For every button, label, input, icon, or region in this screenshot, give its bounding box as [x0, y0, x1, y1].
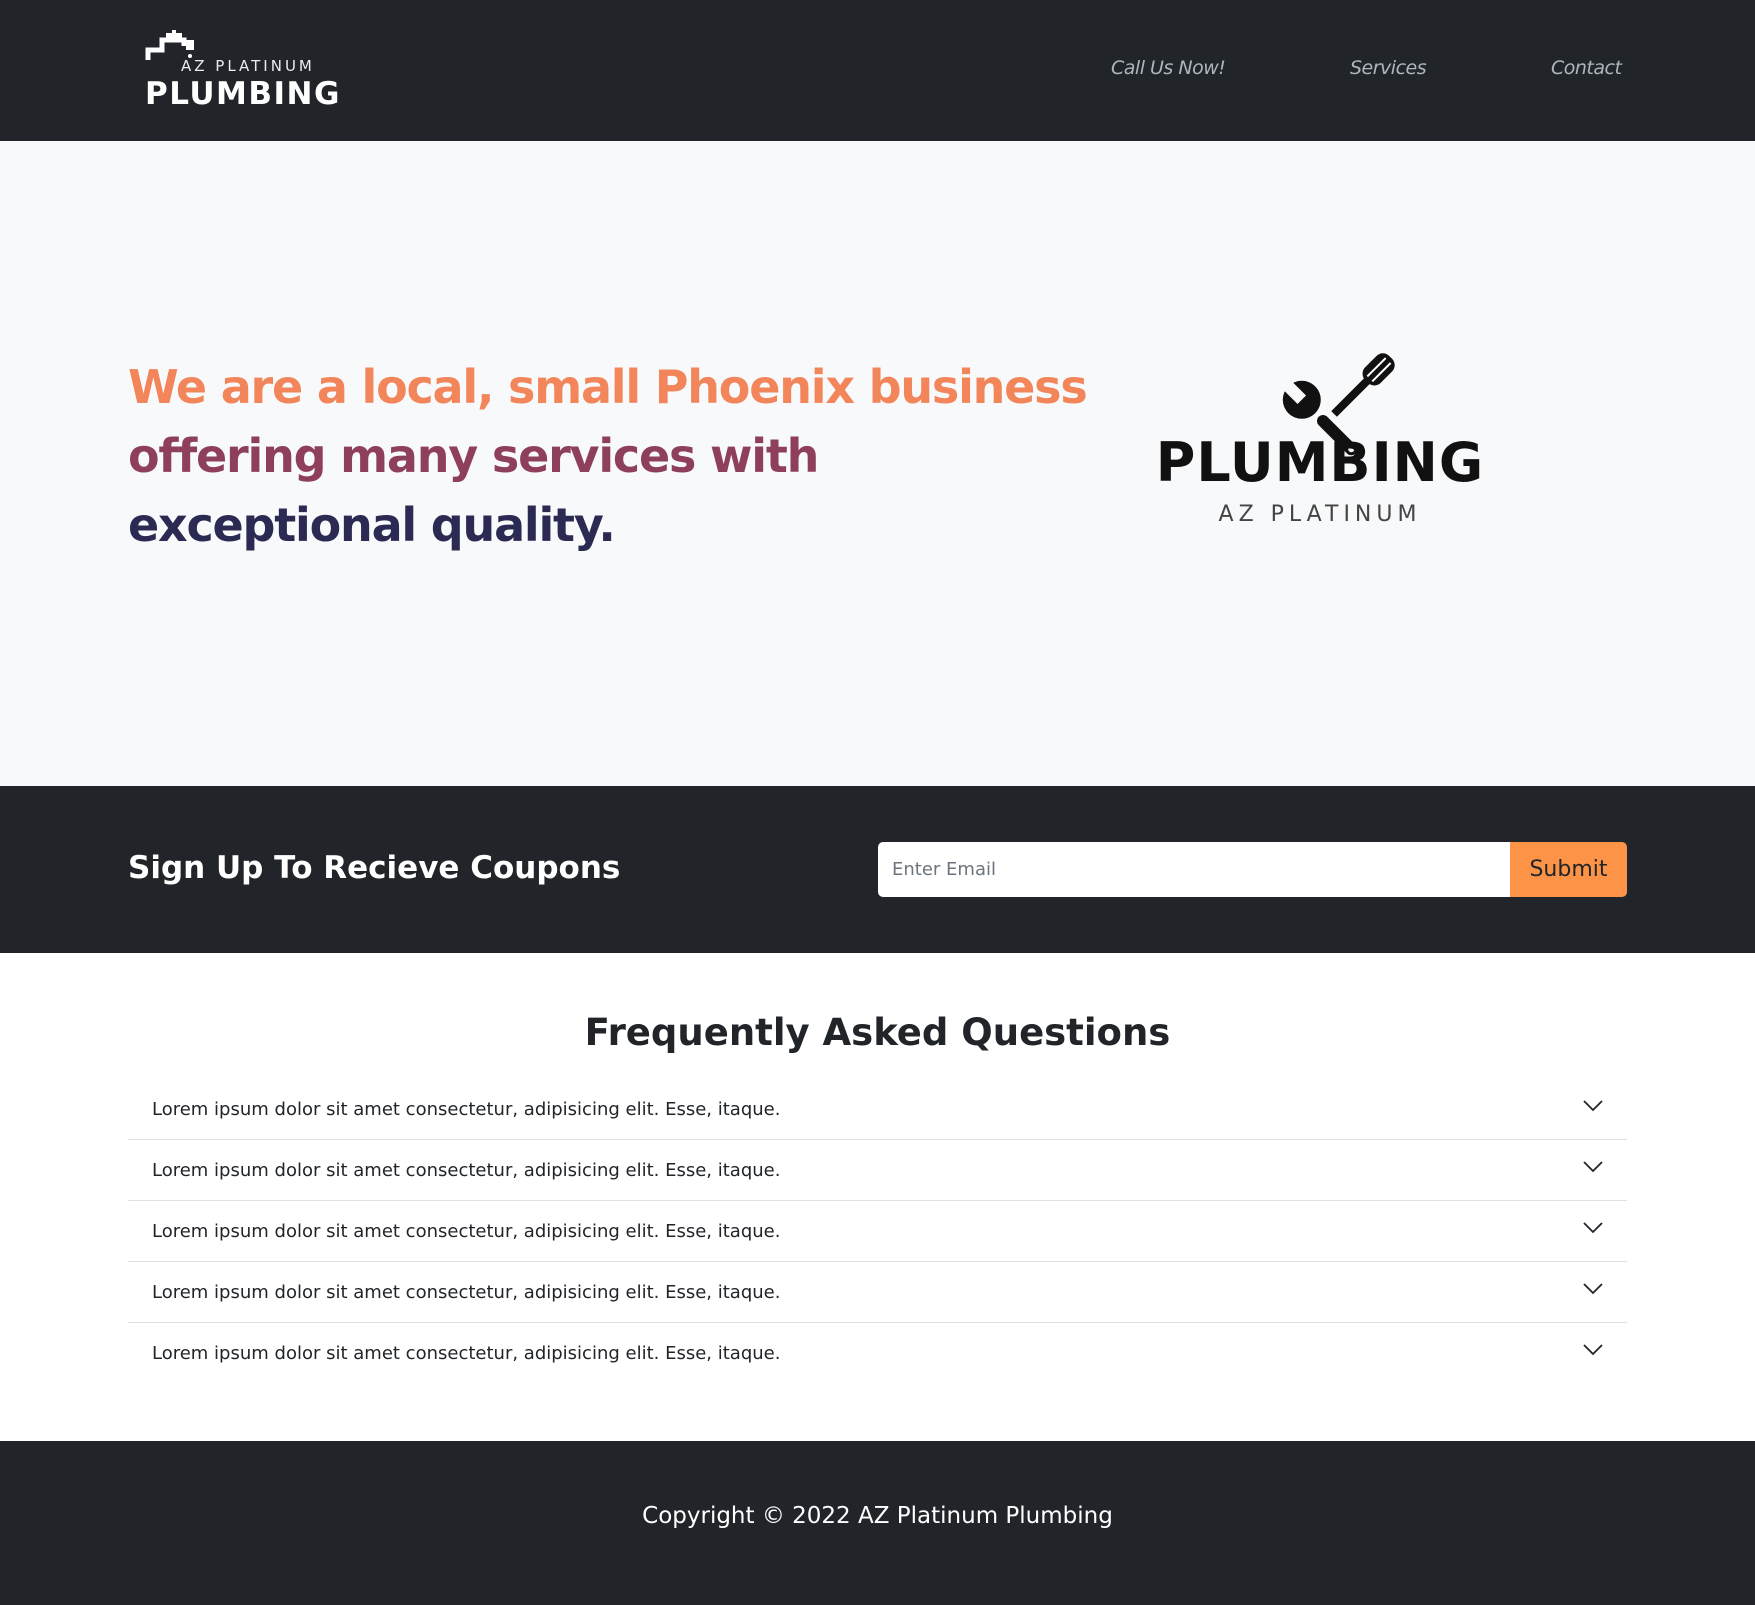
brand-tagline: AZ PLATINUM — [181, 57, 315, 75]
faq-section: Frequently Asked Questions Lorem ipsum d… — [0, 953, 1755, 1441]
faq-item[interactable]: Lorem ipsum dolor sit amet consectetur, … — [128, 1323, 1627, 1384]
submit-button[interactable]: Submit — [1510, 842, 1627, 897]
copyright-text: Copyright © 2022 AZ Platinum Plumbing — [642, 1503, 1113, 1529]
chevron-down-icon[interactable] — [1583, 1222, 1603, 1234]
footer: Copyright © 2022 AZ Platinum Plumbing — [0, 1441, 1755, 1605]
signup-title: Sign Up To Recieve Coupons — [128, 850, 621, 886]
hero-line-2: offering many services with — [128, 429, 819, 483]
faq-question: Lorem ipsum dolor sit amet consectetur, … — [152, 1221, 781, 1242]
hero-line-3: exceptional quality. — [128, 498, 616, 552]
brand-logo-link[interactable]: AZ PLATINUM PLUMBING — [144, 30, 344, 112]
faq-item[interactable]: Lorem ipsum dolor sit amet consectetur, … — [128, 1201, 1627, 1262]
navbar: AZ PLATINUM PLUMBING Call Us Now! Servic… — [0, 0, 1755, 141]
chevron-down-icon[interactable] — [1583, 1344, 1603, 1356]
email-field[interactable] — [878, 842, 1510, 897]
plumbing-logo: PLUMBING AZ PLATINUM — [1156, 353, 1484, 527]
faq-item[interactable]: Lorem ipsum dolor sit amet consectetur, … — [128, 1262, 1627, 1323]
chevron-down-icon[interactable] — [1583, 1100, 1603, 1112]
faq-title: Frequently Asked Questions — [584, 1011, 1171, 1054]
chevron-down-icon[interactable] — [1583, 1283, 1603, 1295]
brand-name: PLUMBING — [145, 76, 341, 112]
nav-link-contact[interactable]: Contact — [1551, 57, 1622, 79]
hero-heading: We are a local, small Phoenix business o… — [128, 353, 1088, 560]
faq-question: Lorem ipsum dolor sit amet consectetur, … — [152, 1160, 781, 1181]
hero-line-1: We are a local, small Phoenix business — [128, 360, 1088, 414]
faq-item[interactable]: Lorem ipsum dolor sit amet consectetur, … — [128, 1140, 1627, 1201]
logo-title: PLUMBING — [1156, 431, 1484, 494]
chevron-down-icon[interactable] — [1583, 1161, 1603, 1173]
logo-subtitle: AZ PLATINUM — [1219, 502, 1422, 527]
faq-question: Lorem ipsum dolor sit amet consectetur, … — [152, 1343, 781, 1364]
faq-accordion: Lorem ipsum dolor sit amet consectetur, … — [128, 1079, 1627, 1384]
coupon-signup-section: Sign Up To Recieve Coupons Submit — [0, 786, 1755, 953]
faq-item[interactable]: Lorem ipsum dolor sit amet consectetur, … — [128, 1079, 1627, 1140]
nav-link-call-us[interactable]: Call Us Now! — [1111, 57, 1226, 79]
nav-link-services[interactable]: Services — [1350, 57, 1427, 79]
faq-question: Lorem ipsum dolor sit amet consectetur, … — [152, 1282, 781, 1303]
hero-section: We are a local, small Phoenix business o… — [0, 141, 1755, 786]
faq-question: Lorem ipsum dolor sit amet consectetur, … — [152, 1099, 781, 1120]
